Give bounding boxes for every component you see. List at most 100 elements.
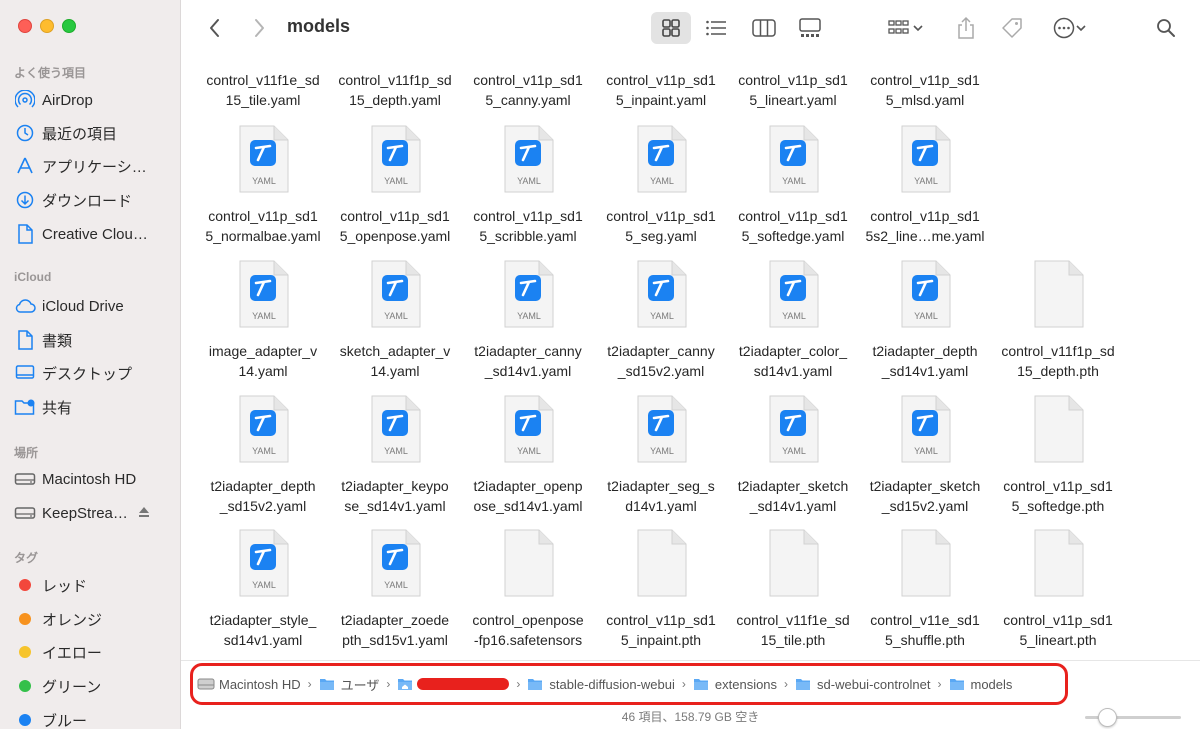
file-name: control_v11p_sd1 5_canny.yaml (473, 72, 583, 108)
path-crumb[interactable]: Macintosh HD (197, 677, 301, 692)
file-item[interactable]: YAML t2iadapter_canny _sd14v1.yaml (462, 259, 594, 394)
path-crumb[interactable]: models (949, 677, 1012, 692)
yaml-file-icon: YAML (368, 394, 422, 464)
file-item[interactable]: YAML sketch_adapter_v 14.yaml (329, 259, 461, 394)
file-item[interactable]: YAML t2iadapter_sketch _sd14v1.yaml (727, 394, 859, 529)
icon-size-slider-knob[interactable] (1098, 708, 1117, 727)
file-item[interactable]: YAML image_adapter_v 14.yaml (197, 259, 329, 394)
svg-text:YAML: YAML (650, 311, 674, 321)
file-item[interactable]: control_v11f1p_sd 15_depth.pth (992, 259, 1124, 394)
file-item[interactable]: control_v11f1e_sd 15_tile.pth (727, 528, 859, 660)
path-crumb[interactable] (397, 677, 510, 691)
list-view-button[interactable] (699, 12, 733, 44)
file-item[interactable]: YAML control_v11p_sd1 5s2_line…me.yaml (859, 124, 991, 259)
path-crumb[interactable]: ユーザ (319, 675, 379, 694)
file-item[interactable]: YAML t2iadapter_seg_s d14v1.yaml (595, 394, 727, 529)
sidebar-item-label: 最近の項目 (42, 125, 118, 143)
file-item[interactable]: YAML t2iadapter_depth _sd15v2.yaml (197, 394, 329, 529)
file-name: control_v11p_sd1 5_inpaint.pth (606, 612, 716, 648)
sidebar-item-label: イエロー (42, 644, 102, 662)
file-name: control_v11f1p_sd 15_depth.pth (1001, 343, 1115, 379)
file-name: control_v11p_sd1 5_lineart.pth (1003, 612, 1113, 648)
sidebar-tag-4[interactable]: ブルー (14, 706, 174, 729)
file-name: control_v11f1p_sd 15_depth.yaml (338, 72, 452, 108)
minimize-button[interactable] (40, 19, 54, 33)
tag-dot-icon (14, 709, 36, 729)
zoom-button[interactable] (62, 19, 76, 33)
gallery-view-button[interactable] (793, 12, 827, 44)
file-name: t2iadapter_seg_s d14v1.yaml (607, 478, 715, 514)
svg-text:YAML: YAML (252, 311, 276, 321)
search-button[interactable] (1151, 12, 1181, 44)
blank-file-icon (1031, 259, 1085, 329)
svg-text:YAML: YAML (252, 580, 276, 590)
tag-button[interactable] (997, 12, 1027, 44)
sidebar-item-3[interactable]: ダウンロード (14, 186, 174, 214)
file-item[interactable]: YAML t2iadapter_depth _sd14v1.yaml (859, 259, 991, 394)
chevron-down-icon (1076, 25, 1086, 32)
sidebar-item-2[interactable]: アプリケーシ… (14, 152, 174, 180)
sidebar-item-label: AirDrop (42, 91, 93, 109)
file-item[interactable]: YAML t2iadapter_zoede pth_sd15v1.yaml (329, 528, 461, 660)
icon-view-button[interactable] (651, 12, 691, 44)
file-item[interactable]: YAML t2iadapter_keypo se_sd14v1.yaml (329, 394, 461, 529)
file-item[interactable]: YAML control_v11p_sd1 5_seg.yaml (595, 124, 727, 259)
sidebar-item-label: 書類 (42, 332, 73, 350)
sidebar-item-label: アプリケーシ… (42, 158, 147, 176)
file-name: t2iadapter_zoede pth_sd15v1.yaml (340, 612, 450, 648)
action-button[interactable] (1047, 12, 1093, 44)
column-view-button[interactable] (747, 12, 781, 44)
file-item[interactable]: YAML control_v11p_sd1 5_scribble.yaml (462, 124, 594, 259)
file-name: t2iadapter_keypo se_sd14v1.yaml (341, 478, 449, 514)
sidebar-item-4[interactable]: Creative Clou… (14, 220, 174, 248)
sidebar-item-icloud-2[interactable]: デスクトップ (14, 359, 174, 387)
path-crumb[interactable]: extensions (693, 677, 777, 692)
sidebar-item-1[interactable]: 最近の項目 (14, 119, 174, 147)
file-name: t2iadapter_depth _sd15v2.yaml (210, 478, 316, 514)
yaml-file-icon: YAML (634, 259, 688, 329)
share-button[interactable] (951, 12, 981, 44)
sidebar-tag-1[interactable]: オレンジ (14, 605, 174, 633)
eject-icon[interactable] (138, 506, 150, 521)
clock-icon (14, 122, 36, 144)
file-item[interactable]: YAML t2iadapter_canny _sd15v2.yaml (595, 259, 727, 394)
file-item[interactable]: YAML control_v11p_sd1 5_softedge.yaml (727, 124, 859, 259)
file-name: t2iadapter_sketch _sd15v2.yaml (869, 478, 981, 514)
svg-text:YAML: YAML (517, 311, 541, 321)
file-name: control_v11p_sd1 5_normalbae.yaml (205, 208, 321, 244)
close-button[interactable] (18, 19, 32, 33)
sidebar-item-icloud-0[interactable]: iCloud Drive (14, 292, 174, 320)
sidebar-item-icloud-1[interactable]: 書類 (14, 326, 174, 354)
group-button[interactable] (881, 12, 931, 44)
file-item[interactable]: YAML t2iadapter_color_ sd14v1.yaml (727, 259, 859, 394)
sidebar-header-locations: 場所 (14, 446, 39, 460)
file-item[interactable]: YAML t2iadapter_openp ose_sd14v1.yaml (462, 394, 594, 529)
file-item[interactable]: YAML control_v11p_sd1 5_openpose.yaml (329, 124, 461, 259)
file-item[interactable]: YAML t2iadapter_sketch _sd15v2.yaml (859, 394, 991, 529)
sidebar-item-icloud-3[interactable]: 共有 (14, 393, 174, 421)
folder-icon (319, 677, 335, 691)
back-button[interactable] (201, 12, 229, 44)
file-item[interactable]: control_openpose -fp16.safetensors (462, 528, 594, 660)
file-item[interactable]: control_v11p_sd1 5_lineart.pth (992, 528, 1124, 660)
cloud-icon (14, 295, 36, 317)
sidebar-item-0[interactable]: AirDrop (14, 86, 174, 114)
file-name: control_v11p_sd1 5_lineart.yaml (738, 72, 848, 108)
file-item[interactable]: control_v11p_sd1 5_softedge.pth (992, 394, 1124, 529)
path-crumb[interactable]: stable-diffusion-webui (527, 677, 675, 692)
path-crumb[interactable]: sd-webui-controlnet (795, 676, 931, 692)
svg-text:YAML: YAML (650, 446, 674, 456)
sidebar-tag-2[interactable]: イエロー (14, 638, 174, 666)
file-name: control_v11p_sd1 5s2_line…me.yaml (865, 208, 985, 244)
sidebar-item-location-0[interactable]: Macintosh HD (14, 465, 174, 493)
sidebar-tag-0[interactable]: レッド (14, 571, 174, 599)
file-item[interactable]: YAML control_v11p_sd1 5_normalbae.yaml (197, 124, 329, 259)
forward-button[interactable] (245, 12, 273, 44)
sidebar-item-location-1[interactable]: KeepStrea… (14, 499, 174, 527)
folder-icon (527, 677, 543, 691)
path-crumb-label: sd-webui-controlnet (817, 676, 931, 692)
sidebar-tag-3[interactable]: グリーン (14, 672, 174, 700)
file-item[interactable]: control_v11p_sd1 5_inpaint.pth (595, 528, 727, 660)
file-item[interactable]: YAML t2iadapter_style_ sd14v1.yaml (197, 528, 329, 660)
file-item[interactable]: control_v11e_sd1 5_shuffle.pth (859, 528, 991, 660)
